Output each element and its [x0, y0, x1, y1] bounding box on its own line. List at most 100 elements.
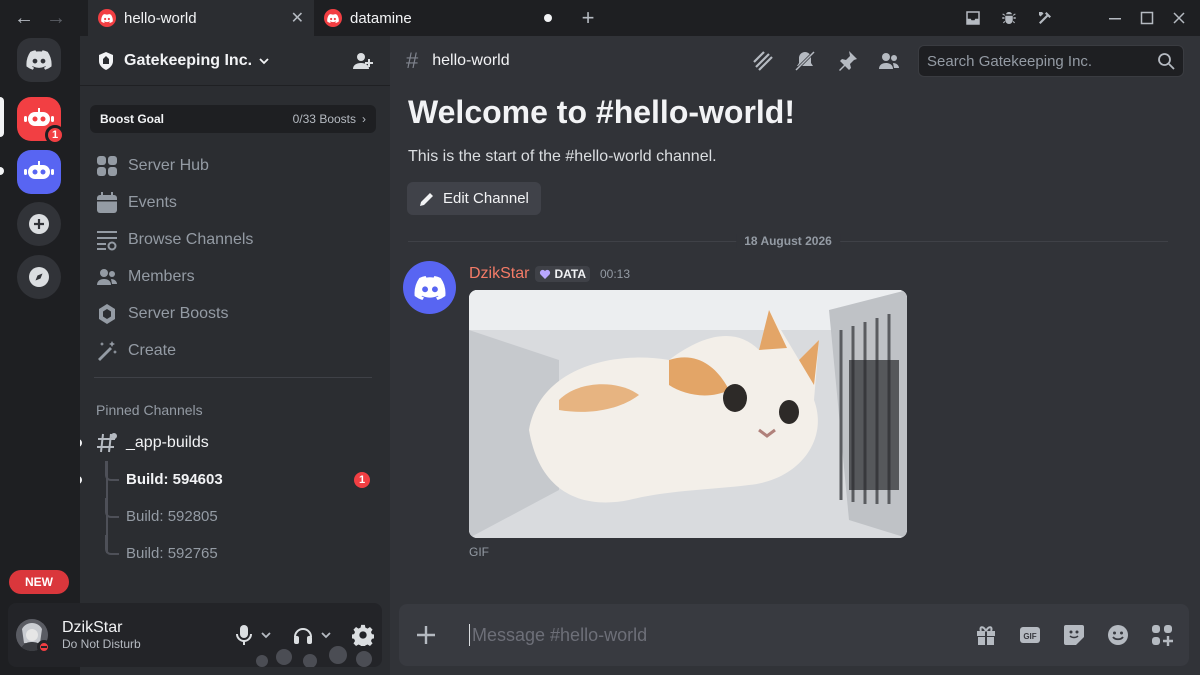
- server-name: Gatekeeping Inc.: [124, 51, 253, 69]
- discord-tab-icon: [98, 9, 116, 27]
- forward-arrow-icon[interactable]: →: [46, 7, 66, 30]
- chevron-down-icon: [258, 55, 270, 67]
- history-nav: ← →: [0, 7, 88, 30]
- sidebar-divider: [94, 377, 372, 378]
- edit-channel-button[interactable]: Edit Channel: [407, 182, 541, 215]
- boost-goal-bar[interactable]: Boost Goal 0/33 Boosts ›: [90, 105, 376, 133]
- server-home-icon: [99, 51, 113, 70]
- notification-muted-icon[interactable]: [794, 50, 816, 72]
- unread-indicator: [80, 475, 82, 484]
- nav-label: Server Hub: [128, 156, 209, 174]
- message-author[interactable]: DzikStar: [469, 265, 529, 283]
- minimize-icon[interactable]: [1108, 11, 1122, 25]
- nav-label: Members: [128, 267, 195, 285]
- plus-circle-icon: [29, 214, 49, 234]
- back-arrow-icon[interactable]: ←: [14, 7, 34, 30]
- devtools-icon[interactable]: [1036, 9, 1054, 27]
- thread-build-592765[interactable]: Build: 592765: [80, 535, 390, 572]
- message-input[interactable]: Message #hello-world: [469, 624, 647, 646]
- new-tab-icon[interactable]: +: [570, 5, 606, 31]
- direct-messages-button[interactable]: [17, 38, 61, 82]
- hash-icon: #: [406, 48, 419, 73]
- nav-label: Server Boosts: [128, 304, 229, 322]
- nav-server-boosts[interactable]: Server Boosts: [94, 295, 376, 332]
- member-list-icon[interactable]: [878, 50, 900, 72]
- tab-label: hello-world: [124, 9, 197, 27]
- sticker-icon[interactable]: [1063, 624, 1085, 646]
- user-panel: DzikStar Do Not Disturb: [8, 603, 382, 667]
- server-tag-label: DATA: [554, 267, 586, 281]
- nav-events[interactable]: Events: [94, 184, 376, 221]
- wand-icon: [98, 340, 117, 361]
- edit-channel-label: Edit Channel: [443, 190, 529, 207]
- channel-name: hello-world: [432, 52, 510, 69]
- nav-server-hub[interactable]: Server Hub: [94, 147, 376, 184]
- maximize-icon[interactable]: [1140, 11, 1154, 25]
- channel-header: # hello-world Search Gatekeeping Inc.: [390, 36, 1200, 86]
- emoji-icon[interactable]: [1107, 624, 1129, 646]
- text-caret: [469, 624, 470, 646]
- server-icon-datamine[interactable]: [17, 150, 61, 194]
- members-icon: [97, 268, 117, 285]
- message-placeholder: Message #hello-world: [472, 624, 648, 645]
- nav-members[interactable]: Members: [94, 258, 376, 295]
- discord-tab-icon: [324, 9, 342, 27]
- channel-app-builds[interactable]: _app-builds: [80, 424, 390, 461]
- message-timestamp: 00:13: [600, 267, 631, 281]
- bug-icon[interactable]: [1000, 9, 1018, 27]
- dnd-status-icon: [37, 640, 51, 654]
- username: DzikStar: [62, 619, 123, 637]
- tab-datamine[interactable]: datamine: [314, 0, 564, 36]
- notification-badge: 1: [45, 125, 65, 145]
- inbox-icon[interactable]: [964, 9, 982, 27]
- gif-attachment[interactable]: [469, 290, 907, 538]
- threads-icon[interactable]: [752, 50, 774, 72]
- new-badge[interactable]: NEW: [9, 570, 69, 594]
- gear-icon[interactable]: [352, 624, 374, 646]
- date-divider: 18 August 2026: [408, 234, 1168, 248]
- welcome-subtitle: This is the start of the #hello-world ch…: [408, 148, 717, 165]
- unread-indicator: [0, 167, 4, 175]
- gif-picker-icon[interactable]: GIF: [1019, 624, 1041, 646]
- title-bar: ← → hello-world ✕ datamine +: [0, 0, 1200, 36]
- nav-label: Create: [128, 341, 177, 359]
- pin-icon[interactable]: [836, 50, 858, 72]
- search-placeholder: Search Gatekeeping Inc.: [927, 52, 1093, 70]
- nav-create[interactable]: Create: [94, 332, 376, 369]
- close-tab-icon[interactable]: ✕: [291, 8, 304, 28]
- grid-icon: [97, 155, 117, 176]
- thread-build-594603[interactable]: Build: 594603 1: [80, 461, 390, 498]
- discover-button[interactable]: [17, 255, 61, 299]
- server-icon-gatekeeping[interactable]: 1: [17, 97, 65, 145]
- search-box[interactable]: Search Gatekeeping Inc.: [918, 45, 1184, 77]
- headphones-icon[interactable]: [292, 624, 314, 646]
- server-rail: 1 NEW: [0, 36, 80, 675]
- attachment-type-label: GIF: [469, 545, 489, 559]
- nav-browse-channels[interactable]: Browse Channels: [94, 221, 376, 258]
- message-avatar[interactable]: [403, 261, 456, 314]
- upload-plus-icon[interactable]: [415, 624, 443, 646]
- gift-icon[interactable]: [975, 624, 997, 646]
- add-server-button[interactable]: [17, 202, 61, 246]
- microphone-icon[interactable]: [234, 624, 254, 646]
- user-avatar[interactable]: [16, 619, 51, 654]
- close-window-icon[interactable]: [1172, 11, 1186, 25]
- mic-options-chevron-icon[interactable]: [260, 629, 272, 641]
- svg-text:GIF: GIF: [1023, 632, 1036, 641]
- thread-label: Build: 594603: [126, 471, 223, 488]
- user-status: Do Not Disturb: [62, 637, 141, 652]
- thread-build-592805[interactable]: Build: 592805: [80, 498, 390, 535]
- server-tag[interactable]: DATA: [535, 266, 590, 282]
- invite-people-icon[interactable]: [352, 51, 374, 71]
- tab-hello-world[interactable]: hello-world ✕: [88, 0, 314, 36]
- app-launcher-icon[interactable]: [1151, 624, 1173, 646]
- message-composer: Message #hello-world GIF: [399, 604, 1189, 666]
- mention-badge: 1: [354, 471, 370, 488]
- deafen-options-chevron-icon[interactable]: [320, 629, 332, 641]
- unsaved-dot-icon: [544, 14, 552, 22]
- discord-logo-icon: [26, 50, 52, 70]
- pinned-channels-heading: Pinned Channels: [96, 402, 203, 418]
- server-header[interactable]: Gatekeeping Inc.: [80, 36, 390, 86]
- thread-label: Build: 592765: [126, 545, 218, 562]
- discord-logo-icon: [414, 275, 445, 300]
